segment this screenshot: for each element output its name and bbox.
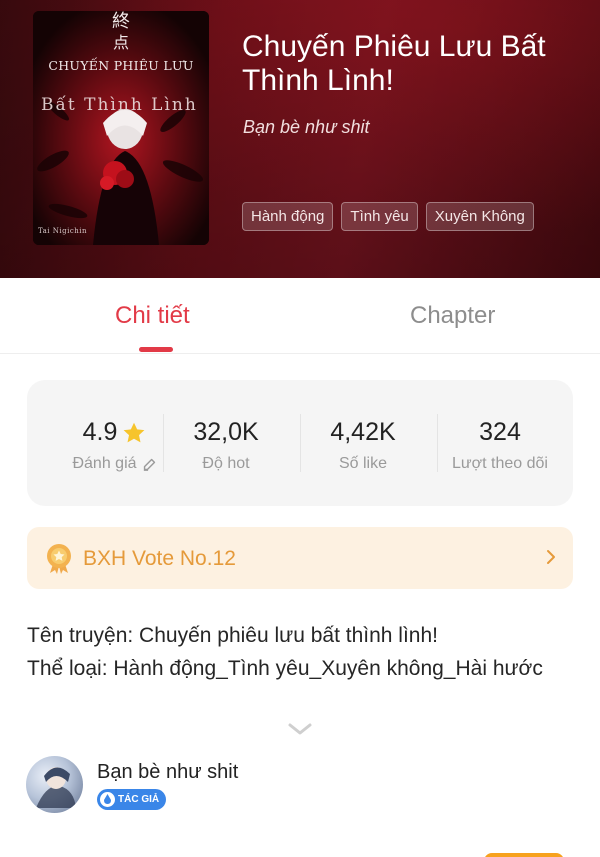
hot-label: Độ hot — [202, 455, 250, 472]
author-badge: TÁC GIẢ — [97, 789, 167, 810]
pen-icon — [100, 792, 115, 807]
cover-image: 終 点 CHUYẾN PHIÊU LƯU Bất Thình Lình Tai … — [33, 11, 209, 245]
author-name[interactable]: Bạn bè như shit — [97, 761, 238, 784]
stats-card: 4.9 Đánh giá 32,0K Độ hot 4,42K Số like … — [27, 380, 573, 506]
tab-details[interactable]: Chi tiết — [115, 302, 190, 330]
cover-title-text: CHUYẾN PHIÊU LƯU — [48, 58, 194, 73]
story-title: Chuyến Phiêu Lưu Bất Thình Lình! — [242, 30, 546, 97]
chevron-down-icon[interactable] — [287, 721, 313, 737]
tag-romance[interactable]: Tình yêu — [341, 202, 418, 231]
chevron-right-icon — [547, 550, 555, 564]
cover-kanji-bottom: 点 — [112, 33, 129, 52]
vote-ranking-banner[interactable]: BXH Vote No.12 — [27, 527, 573, 589]
tag-isekai[interactable]: Xuyên Không — [425, 202, 534, 231]
stat-likes: 4,42K Số like — [295, 418, 431, 473]
medal-icon — [47, 544, 71, 574]
stat-followers: 324 Lượt theo dõi — [432, 418, 568, 473]
genre-tags: Hành động Tình yêu Xuyên Không — [242, 202, 534, 231]
story-description: Tên truyện: Chuyến phiêu lưu bất thình l… — [27, 619, 573, 685]
active-tab-indicator — [139, 347, 173, 352]
likes-label: Số like — [338, 455, 388, 472]
description-line: Tên truyện: Chuyến phiêu lưu bất thình l… — [27, 624, 438, 647]
tab-bar: Chi tiết Chapter — [0, 278, 600, 354]
followers-value: 324 — [479, 418, 521, 446]
stat-hot: 32,0K Độ hot — [158, 418, 294, 473]
tab-chapter[interactable]: Chapter — [410, 302, 495, 330]
description-line: Thể loại: Hành động_Tình yêu_Xuyên không… — [27, 657, 543, 680]
likes-value: 4,42K — [330, 418, 396, 446]
vote-ranking-text: BXH Vote No.12 — [83, 547, 236, 570]
story-author[interactable]: Bạn bè như shit — [243, 117, 370, 138]
followers-label: Lượt theo dõi — [452, 455, 548, 472]
tag-action[interactable]: Hành động — [242, 202, 334, 231]
author-row[interactable]: Bạn bè như shit TÁC GIẢ — [26, 756, 574, 816]
avatar-image — [36, 767, 76, 808]
author-avatar[interactable] — [26, 756, 83, 813]
story-header: 終 点 CHUYẾN PHIÊU LƯU Bất Thình Lình Tai … — [0, 0, 600, 278]
edit-icon[interactable] — [141, 456, 158, 473]
hot-value: 32,0K — [193, 418, 259, 446]
floating-action-button[interactable] — [484, 853, 564, 857]
author-badge-label: TÁC GIẢ — [118, 794, 160, 805]
star-icon — [123, 422, 145, 442]
rating-label: Đánh giá — [72, 455, 137, 472]
cover-subtitle-text: Bất Thình Lình — [41, 95, 198, 115]
rating-value: 4.9 — [82, 418, 118, 446]
cover-artist-text: Tai Nigichin — [38, 227, 88, 235]
